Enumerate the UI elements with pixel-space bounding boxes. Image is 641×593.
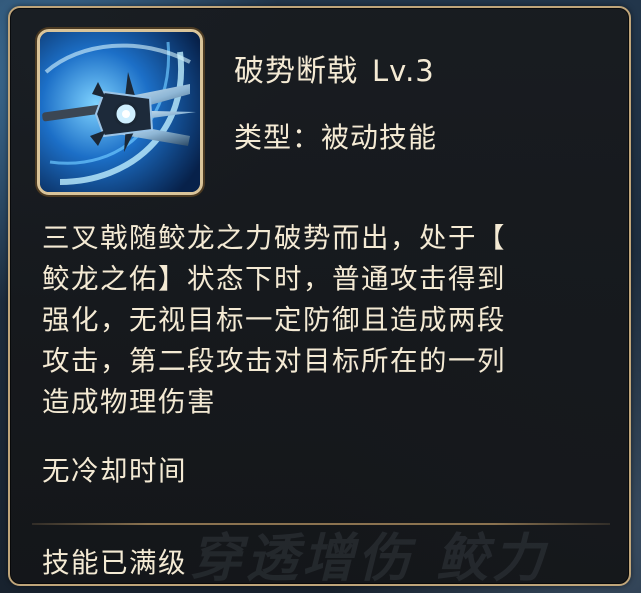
description-line: 三叉戟随鲛龙之力破势而出，处于【 [42, 222, 506, 254]
description-line: 鲛龙之佑】状态下时，普通攻击得到 [42, 263, 506, 295]
description-line: 强化，无视目标一定防御且造成两段 [42, 304, 506, 336]
skill-tooltip-panel: 破势断戟 Lv.3 类型：被动技能 三叉戟随鲛龙之力破势而出，处于【 鲛龙之佑】… [8, 6, 631, 586]
skill-name: 破势断戟 [234, 54, 358, 89]
skill-icon-frame [37, 29, 203, 195]
skill-type: 类型：被动技能 [234, 121, 438, 154]
description-line: 攻击，第二段攻击对目标所在的一列 [42, 345, 506, 377]
cooldown-text: 无冷却时间 [42, 455, 187, 487]
skill-title: 破势断戟 Lv.3 [234, 46, 435, 96]
max-level-note: 技能已满级 [42, 547, 187, 579]
divider [32, 523, 610, 525]
background-watermark: 穿透增伤 鲛力 [190, 529, 549, 586]
description-line: 造成物理伤害 [42, 386, 216, 418]
skill-description: 三叉戟随鲛龙之力破势而出，处于【 鲛龙之佑】状态下时，普通攻击得到 强化，无视目… [42, 218, 607, 423]
skill-level: Lv.3 [372, 54, 435, 88]
trident-halberd-icon [40, 32, 200, 192]
